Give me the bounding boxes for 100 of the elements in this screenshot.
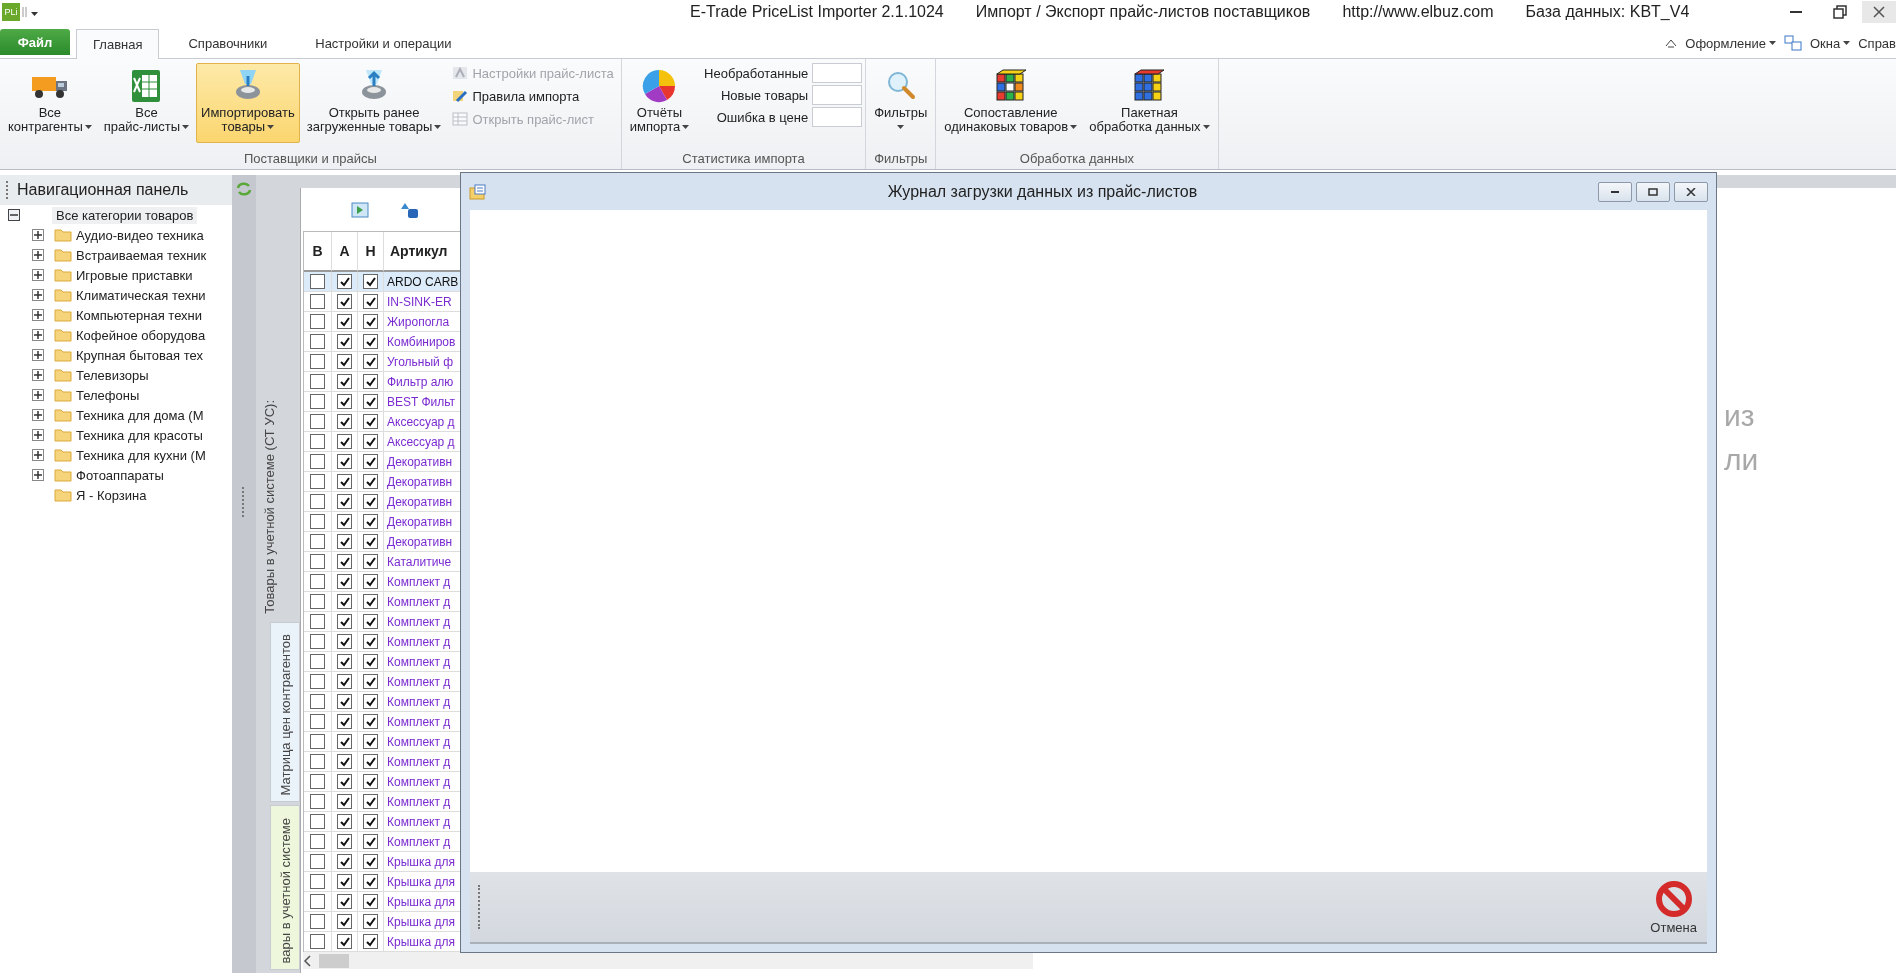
ribbon-tab[interactable]: Настройки и операции	[298, 29, 469, 58]
minimize-button[interactable]	[1598, 181, 1632, 202]
checkbox[interactable]	[337, 454, 352, 470]
stat-field[interactable]	[812, 63, 863, 83]
checkbox[interactable]	[337, 274, 352, 290]
cancel-button[interactable]: Отмена	[1648, 877, 1699, 937]
checkbox[interactable]	[310, 854, 325, 870]
checkbox[interactable]	[363, 534, 378, 550]
menu-item[interactable]: Окна	[1810, 35, 1851, 51]
checkbox[interactable]	[337, 434, 352, 450]
splitter-grip[interactable]	[241, 487, 247, 517]
ribbon-button[interactable]: Открыть ранее загруженные товары	[301, 63, 447, 143]
maximize-button[interactable]	[1636, 181, 1670, 202]
checkbox[interactable]	[337, 334, 352, 350]
tree-item[interactable]: Крупная бытовая тех	[72, 346, 207, 364]
horizontal-scrollbar[interactable]	[303, 952, 1033, 969]
ribbon-button[interactable]: Все контрагенты	[3, 63, 97, 143]
ribbon-button[interactable]: Отчёты импорта	[624, 63, 695, 143]
expand-toggle[interactable]	[32, 389, 44, 401]
vertical-tab[interactable]: вары в учетной системе	[270, 805, 300, 970]
checkbox[interactable]	[310, 574, 325, 590]
tree-item[interactable]: Телевизоры	[72, 366, 153, 384]
expand-toggle[interactable]	[32, 309, 44, 321]
checkbox[interactable]	[310, 734, 325, 750]
tree-item[interactable]: Аудио-видео техника	[72, 226, 208, 244]
ribbon-button[interactable]: Сопоставление одинаковых товаров	[939, 63, 1083, 143]
tree-item[interactable]: Телефоны	[72, 386, 144, 404]
expand-toggle[interactable]	[32, 369, 44, 381]
expand-toggle[interactable]	[32, 329, 44, 341]
checkbox[interactable]	[363, 874, 378, 890]
checkbox[interactable]	[363, 354, 378, 370]
checkbox[interactable]	[337, 734, 352, 750]
ribbon-button[interactable]: Пакетная обработка данных	[1084, 63, 1215, 143]
checkbox[interactable]	[310, 754, 325, 770]
ribbon-tab[interactable]: Справочники	[171, 29, 285, 58]
tree-item[interactable]: Фотоаппараты	[72, 466, 168, 484]
expand-toggle[interactable]	[32, 409, 44, 421]
column-header[interactable]: А	[332, 232, 358, 273]
checkbox[interactable]	[337, 374, 352, 390]
checkbox[interactable]	[363, 454, 378, 470]
checkbox[interactable]	[310, 794, 325, 810]
checkbox[interactable]	[337, 414, 352, 430]
checkbox[interactable]	[310, 594, 325, 610]
tree-item[interactable]: Все категории товаров	[52, 206, 198, 224]
checkbox[interactable]	[337, 894, 352, 910]
stat-field[interactable]	[812, 107, 863, 127]
checkbox[interactable]	[310, 414, 325, 430]
column-header[interactable]: Н	[358, 232, 384, 273]
checkbox[interactable]	[363, 714, 378, 730]
checkbox[interactable]	[310, 674, 325, 690]
checkbox[interactable]	[310, 434, 325, 450]
checkbox[interactable]	[310, 894, 325, 910]
expand-toggle[interactable]	[8, 209, 20, 221]
checkbox[interactable]	[310, 774, 325, 790]
ribbon-button[interactable]: Все прайс-листы	[98, 63, 195, 143]
checkbox[interactable]	[337, 514, 352, 530]
ribbon-tab[interactable]: Главная	[76, 29, 160, 59]
checkbox[interactable]	[337, 474, 352, 490]
checkbox[interactable]	[363, 334, 378, 350]
checkbox[interactable]	[337, 314, 352, 330]
expand-toggle[interactable]	[32, 269, 44, 281]
checkbox[interactable]	[337, 634, 352, 650]
checkbox[interactable]	[337, 554, 352, 570]
checkbox[interactable]	[363, 774, 378, 790]
expand-toggle[interactable]	[32, 229, 44, 241]
checkbox[interactable]	[310, 294, 325, 310]
checkbox[interactable]	[363, 614, 378, 630]
checkbox[interactable]	[310, 654, 325, 670]
checkbox[interactable]	[337, 654, 352, 670]
checkbox[interactable]	[310, 814, 325, 830]
tree-item[interactable]: Компьютерная техни	[72, 306, 207, 324]
file-menu-button[interactable]: Файл	[0, 29, 70, 55]
checkbox[interactable]	[337, 914, 352, 930]
vertical-tab[interactable]: Матрица цен контрагентов	[270, 622, 300, 802]
checkbox[interactable]	[337, 714, 352, 730]
checkbox[interactable]	[337, 534, 352, 550]
checkbox[interactable]	[363, 294, 378, 310]
checkbox[interactable]	[363, 794, 378, 810]
checkbox[interactable]	[310, 834, 325, 850]
grip-handle[interactable]	[478, 885, 483, 929]
checkbox[interactable]	[363, 734, 378, 750]
checkbox[interactable]	[310, 334, 325, 350]
grip-handle[interactable]	[6, 181, 11, 199]
checkbox[interactable]	[310, 454, 325, 470]
checkbox[interactable]	[363, 814, 378, 830]
checkbox[interactable]	[337, 754, 352, 770]
checkbox[interactable]	[337, 294, 352, 310]
expand-toggle[interactable]	[32, 249, 44, 261]
checkbox[interactable]	[363, 914, 378, 930]
checkbox[interactable]	[363, 674, 378, 690]
checkbox[interactable]	[310, 634, 325, 650]
column-header[interactable]: В	[304, 232, 332, 273]
expand-toggle[interactable]	[32, 349, 44, 361]
checkbox[interactable]	[337, 674, 352, 690]
checkbox[interactable]	[337, 574, 352, 590]
checkbox[interactable]	[337, 834, 352, 850]
checkbox[interactable]	[363, 634, 378, 650]
checkbox[interactable]	[363, 834, 378, 850]
checkbox[interactable]	[337, 874, 352, 890]
checkbox[interactable]	[310, 614, 325, 630]
